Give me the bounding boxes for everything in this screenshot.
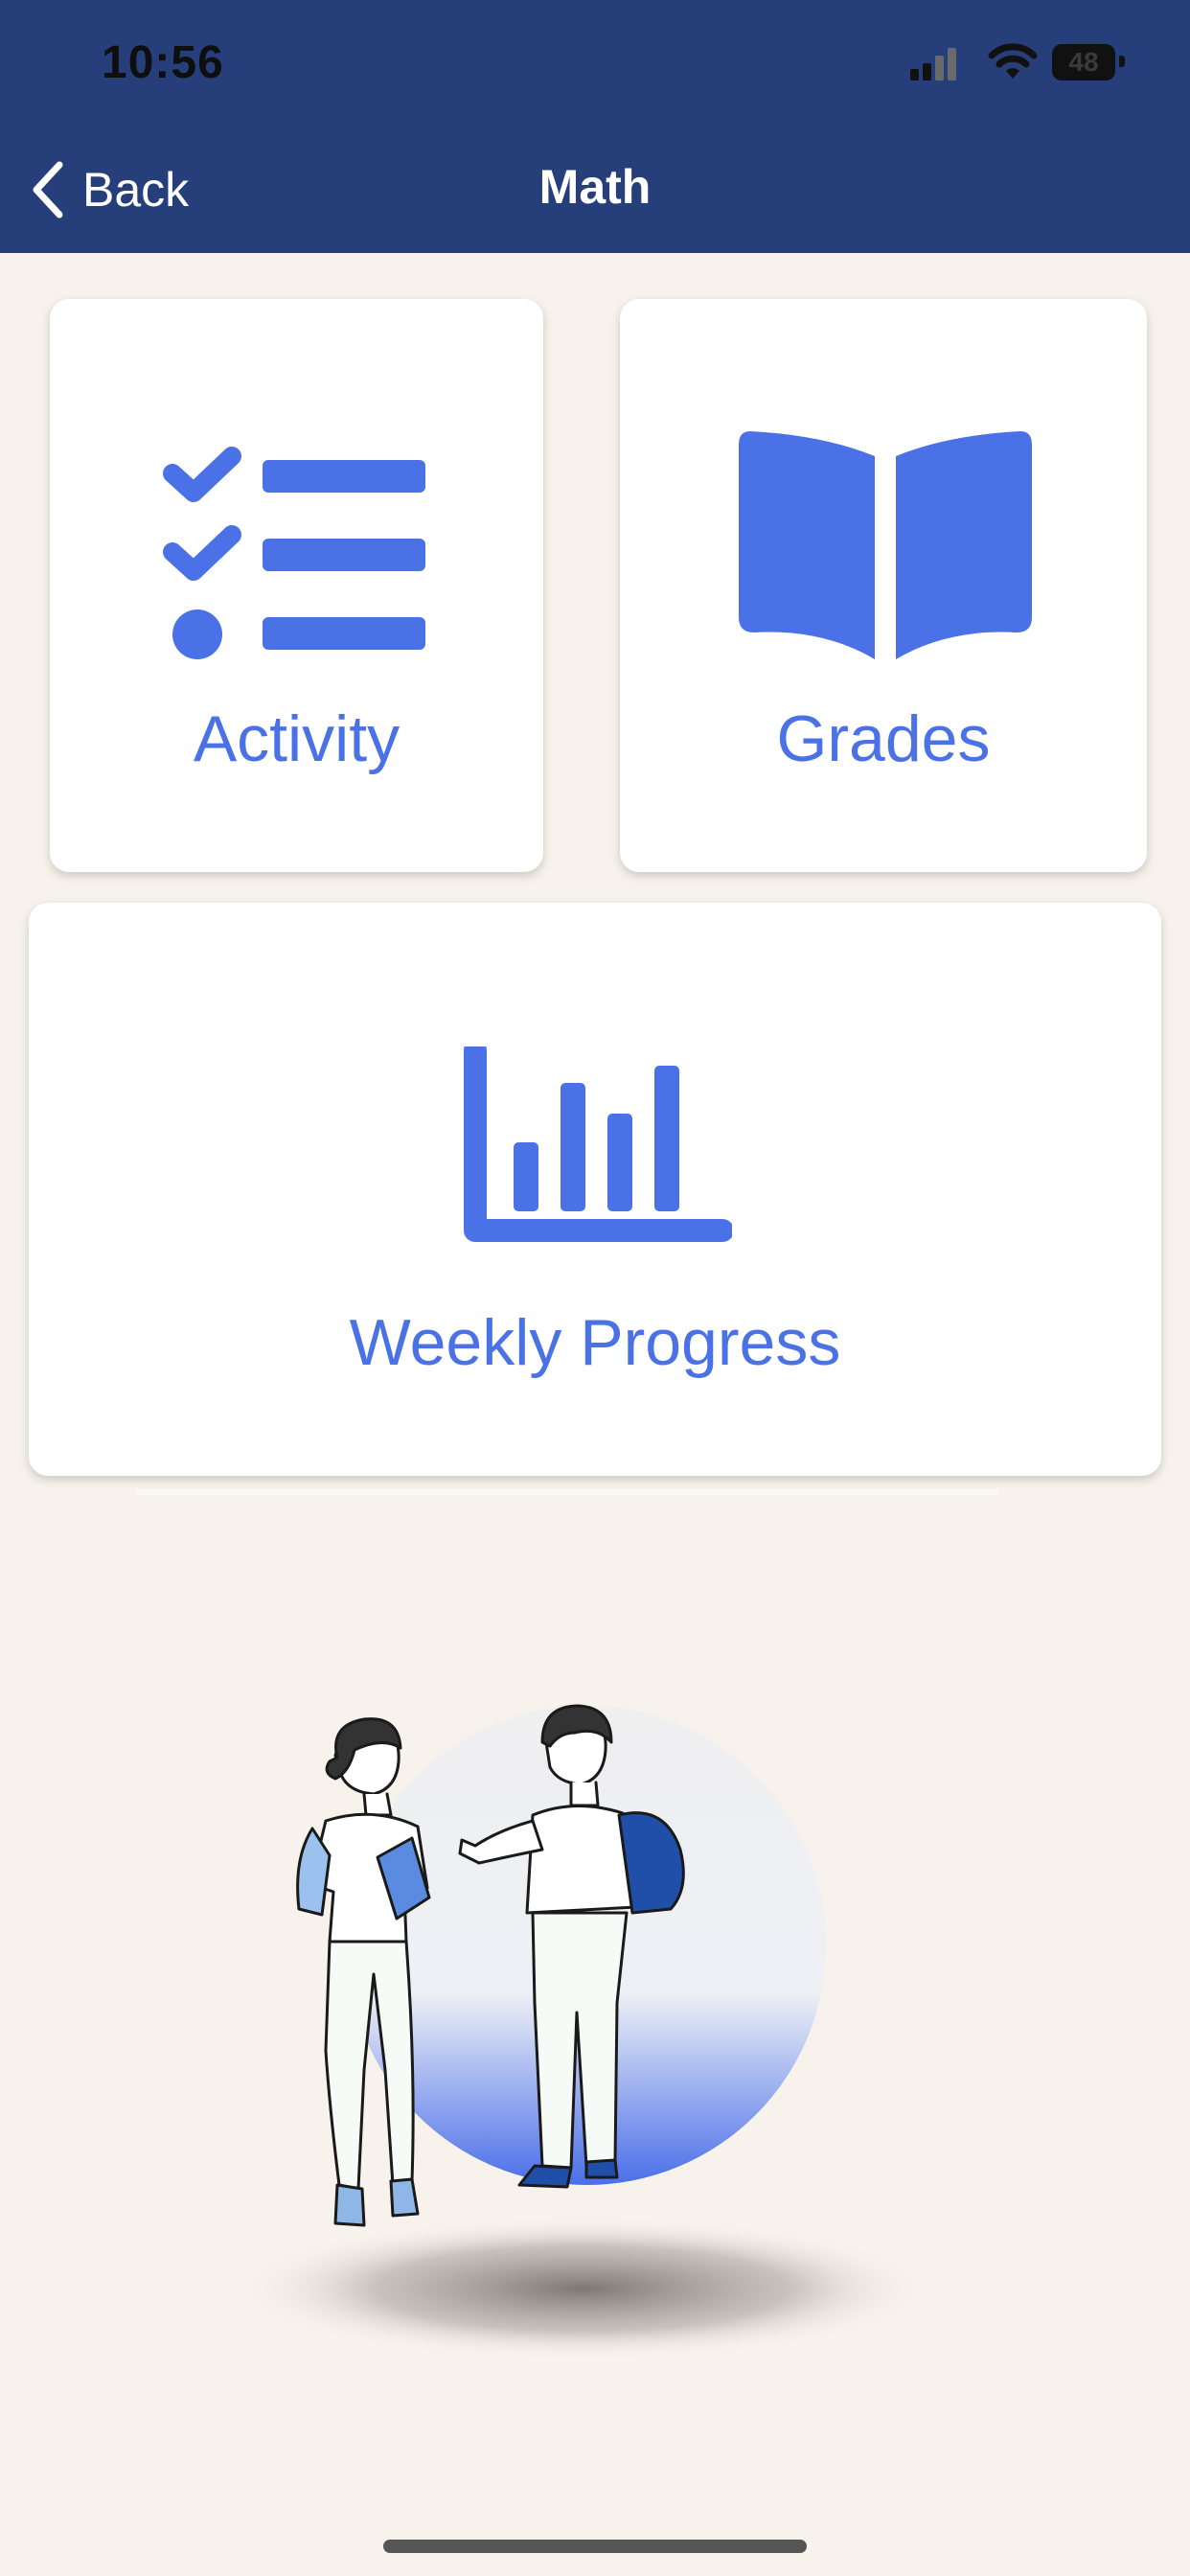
status-time: 10:56: [102, 37, 224, 88]
checklist-icon: [163, 447, 425, 659]
activity-card[interactable]: Activity: [50, 299, 543, 872]
open-book-icon: [739, 431, 1032, 659]
grades-label: Grades: [776, 702, 991, 775]
activity-label: Activity: [193, 702, 400, 775]
students-illustration: [238, 1704, 927, 2359]
bar-chart-icon: [464, 1046, 732, 1242]
app-header: 10:56 48 Back Math: [0, 0, 1190, 253]
divider: [136, 1489, 998, 1495]
weekly-progress-label: Weekly Progress: [349, 1306, 841, 1379]
wifi-icon: [988, 43, 1038, 79]
home-indicator[interactable]: [383, 2540, 807, 2553]
weekly-progress-card[interactable]: Weekly Progress: [29, 903, 1161, 1476]
grades-card[interactable]: Grades: [620, 299, 1147, 872]
battery-nub: [1119, 56, 1125, 67]
battery-level: 48: [1068, 47, 1099, 77]
battery-icon: 48: [1052, 44, 1115, 80]
page-title: Math: [538, 160, 652, 214]
status-icons: 48: [910, 42, 1140, 80]
